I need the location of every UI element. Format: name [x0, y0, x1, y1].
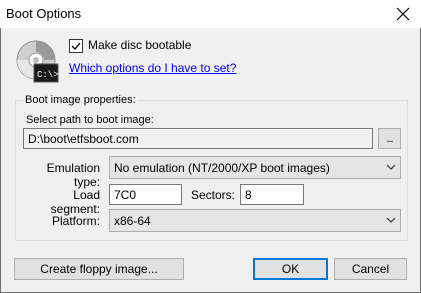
platform-value: x86-64	[114, 214, 151, 228]
title-bar: Boot Options	[0, 0, 421, 28]
close-icon	[396, 7, 410, 21]
disc-console-icon: C:\>	[16, 40, 59, 83]
browse-button[interactable]: ...	[378, 128, 401, 149]
cancel-label: Cancel	[351, 262, 390, 276]
svg-text:C:\>: C:\>	[37, 70, 59, 80]
boot-image-path-field[interactable]: D:\boot\etfsboot.com	[23, 128, 373, 149]
close-button[interactable]	[385, 0, 421, 28]
emulation-value: No emulation (NT/2000/XP boot images)	[114, 161, 330, 175]
platform-label: Platform:	[51, 214, 100, 228]
platform-select[interactable]: x86-64	[109, 209, 401, 232]
bootable-label[interactable]: Make disc bootable	[88, 38, 191, 52]
create-floppy-button[interactable]: Create floppy image...	[14, 258, 184, 280]
help-link[interactable]: Which options do I have to set?	[69, 61, 236, 75]
browse-label: ...	[386, 132, 393, 145]
load-segment-label: Load segment:	[50, 188, 100, 216]
chevron-down-icon	[386, 164, 396, 170]
cancel-button[interactable]: Cancel	[334, 258, 407, 280]
emulation-label: Emulation type:	[46, 161, 100, 189]
path-label: Select path to boot image:	[26, 114, 154, 126]
ok-label: OK	[281, 262, 300, 276]
window-title: Boot Options	[6, 6, 82, 21]
group-title: Boot image properties:	[23, 94, 138, 106]
ok-button[interactable]: OK	[253, 258, 328, 280]
path-value: D:\boot\etfsboot.com	[28, 132, 139, 146]
emulation-select[interactable]: No emulation (NT/2000/XP boot images)	[109, 156, 401, 179]
create-floppy-label: Create floppy image...	[40, 262, 158, 276]
bootable-checkbox[interactable]	[69, 39, 83, 53]
load-segment-input[interactable]: 7C0	[109, 184, 182, 205]
load-segment-value: 7C0	[114, 188, 137, 202]
sectors-input[interactable]: 8	[240, 184, 304, 205]
sectors-value: 8	[245, 188, 252, 202]
sectors-label: Sectors:	[191, 188, 236, 202]
checkmark-icon	[71, 42, 81, 50]
chevron-down-icon	[386, 217, 396, 223]
